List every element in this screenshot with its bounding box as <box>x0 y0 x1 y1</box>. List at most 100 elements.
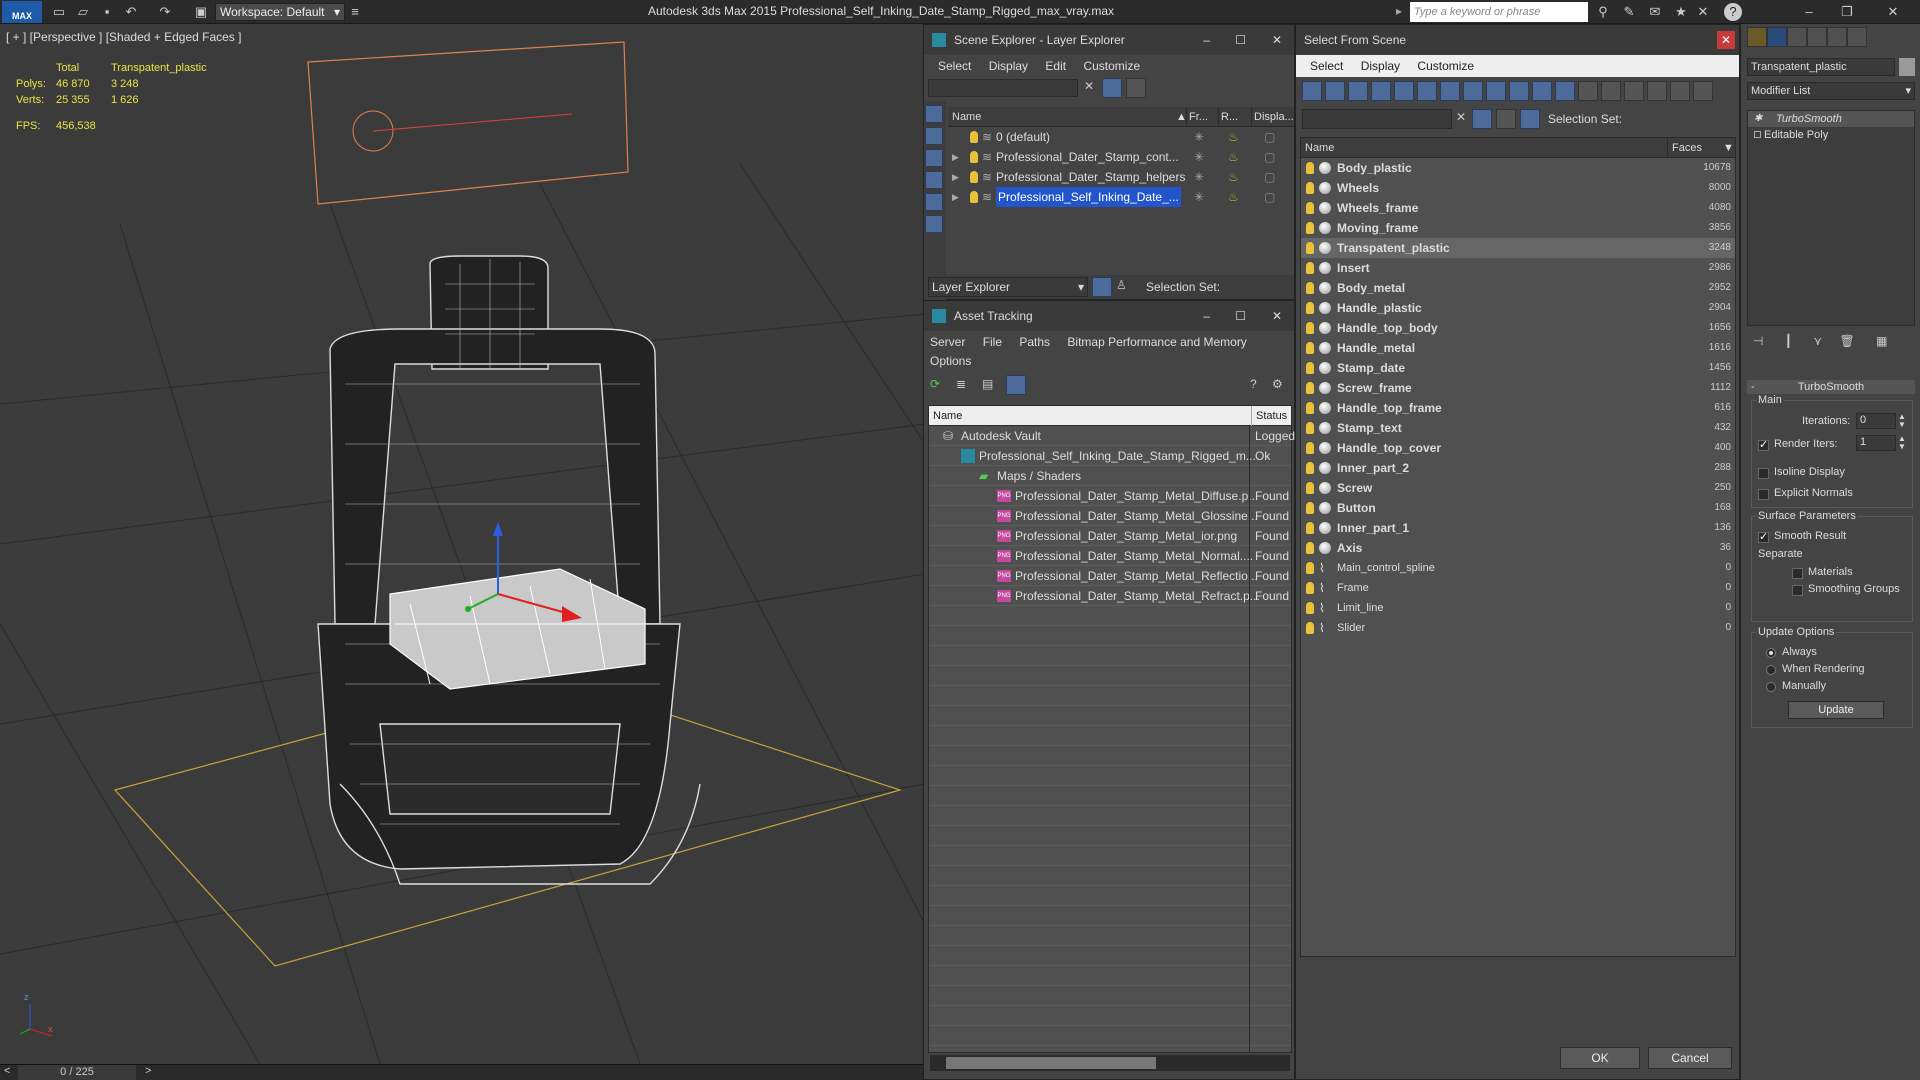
asset-row[interactable]: Professional_Self_Inking_Date_Stamp_Rigg… <box>929 446 1291 466</box>
scene-object-row[interactable]: Body_plastic 10678 <box>1301 158 1735 178</box>
lightbulb-icon[interactable] <box>1306 342 1314 354</box>
funnel-filter-icon[interactable] <box>1472 109 1492 129</box>
spinner-arrows-icon[interactable]: ▲ ▼ <box>1898 435 1906 451</box>
update-button[interactable]: Update <box>1788 701 1884 719</box>
iterations-spinner[interactable]: 0 <box>1856 413 1896 429</box>
column-name[interactable]: Name <box>933 406 962 426</box>
scene-object-row[interactable]: Screw 250 <box>1301 478 1735 498</box>
communication-icon[interactable]: ✉ <box>1646 3 1664 21</box>
modify-tab-icon[interactable] <box>1767 27 1787 47</box>
asset-row[interactable]: PNG Professional_Dater_Stamp_Metal_ior.pn… <box>929 526 1291 546</box>
lightbulb-icon[interactable] <box>1306 602 1314 614</box>
search-input[interactable]: Type a keyword or phrase <box>1410 2 1588 22</box>
open-file-icon[interactable]: ▱ <box>74 3 92 21</box>
lightbulb-icon[interactable] <box>1306 582 1314 594</box>
minimize-icon[interactable]: – <box>1800 3 1818 21</box>
scene-object-row[interactable]: ⌇ Limit_line 0 <box>1301 598 1735 618</box>
menu-display[interactable]: Display <box>1361 59 1400 73</box>
display-cameras-icon[interactable] <box>925 215 943 233</box>
maximize-icon[interactable]: ☐ <box>1235 25 1246 55</box>
when-rendering-radio[interactable] <box>1766 664 1776 676</box>
scene-object-row[interactable]: Wheels_frame 4080 <box>1301 198 1735 218</box>
expand-arrow-icon[interactable]: ▶ <box>952 147 959 167</box>
expand-box-icon[interactable] <box>1754 131 1761 138</box>
hierarchy-toggle-icon[interactable] <box>1520 109 1540 129</box>
explorer-type-dropdown[interactable]: Layer Explorer ▾ <box>928 277 1088 297</box>
layer-filter-icon[interactable] <box>1126 78 1146 98</box>
lightbulb-icon[interactable] <box>1306 362 1314 374</box>
lightbulb-icon[interactable] <box>1306 162 1314 174</box>
help-icon[interactable]: ? <box>1250 377 1257 391</box>
ok-button[interactable]: OK <box>1560 1047 1640 1069</box>
column-status[interactable]: Status <box>1251 406 1287 426</box>
render-teapot-icon[interactable]: ♨ <box>1228 127 1239 147</box>
project-folder-icon[interactable]: ▣ <box>192 3 210 21</box>
scene-object-row[interactable]: Insert 2986 <box>1301 258 1735 278</box>
help-icon[interactable]: ? <box>1724 3 1742 21</box>
table-view-icon[interactable]: ▤ <box>982 377 993 391</box>
menu-customize[interactable]: Customize <box>1417 59 1474 73</box>
column-name[interactable]: Name <box>952 107 981 127</box>
stack-item-turbosmooth[interactable]: ✱ TurboSmooth <box>1748 111 1914 127</box>
stack-item-editable-poly[interactable]: Editable Poly <box>1748 127 1914 143</box>
restore-icon[interactable]: ❐ <box>1838 3 1856 21</box>
scene-object-row[interactable]: ⌇ Slider 0 <box>1301 618 1735 638</box>
lightbulb-icon[interactable] <box>1306 282 1314 294</box>
layer-mode-icon[interactable] <box>1092 277 1112 297</box>
filter-lights-icon[interactable] <box>1348 81 1368 101</box>
close-icon[interactable]: ✕ <box>1272 301 1282 331</box>
lightbulb-icon[interactable] <box>1306 482 1314 494</box>
render-iters-checkbox[interactable] <box>1758 438 1769 451</box>
column-display[interactable]: Displa... <box>1251 107 1294 127</box>
freeze-icon[interactable]: ✳ <box>1194 127 1204 147</box>
lightbulb-icon[interactable] <box>970 191 978 203</box>
menu-select[interactable]: Select <box>1310 59 1343 73</box>
scene-object-row[interactable]: Handle_metal 1616 <box>1301 338 1735 358</box>
select-none-icon[interactable] <box>1624 81 1644 101</box>
freeze-icon[interactable]: ✳ <box>1194 147 1204 167</box>
layer-search-input[interactable] <box>928 79 1078 97</box>
lightbulb-icon[interactable] <box>1306 542 1314 554</box>
menu-select[interactable]: Select <box>938 59 971 73</box>
close-icon[interactable]: ✕ <box>1272 25 1282 55</box>
show-end-result-icon[interactable]: ┃ <box>1785 334 1792 348</box>
configure-sets-icon[interactable]: ▦ <box>1876 334 1887 348</box>
make-unique-icon[interactable]: ⋎ <box>1813 334 1822 348</box>
filter-all-icon[interactable] <box>1578 81 1598 101</box>
viewport-label[interactable]: [ + ] [Perspective ] [Shaded + Edged Fac… <box>6 30 241 44</box>
scene-object-row[interactable]: ⌇ Main_control_spline 0 <box>1301 558 1735 578</box>
lightbulb-icon[interactable] <box>1306 182 1314 194</box>
filter-hidden-icon[interactable] <box>1555 81 1575 101</box>
lightbulb-icon[interactable] <box>1306 442 1314 454</box>
freeze-icon[interactable]: ✳ <box>1194 187 1204 207</box>
menu-server[interactable]: Server <box>930 335 965 349</box>
maximize-icon[interactable]: ☐ <box>1235 301 1246 331</box>
lightbulb-icon[interactable] <box>1306 202 1314 214</box>
lightbulb-icon[interactable] <box>1306 402 1314 414</box>
display-shapes-icon[interactable] <box>925 171 943 189</box>
lightbulb-icon[interactable] <box>1306 502 1314 514</box>
list-view-icon[interactable]: ≣ <box>956 377 966 391</box>
hierarchy-tab-icon[interactable] <box>1787 27 1807 47</box>
time-slider[interactable]: < 0 / 225 > <box>0 1064 925 1080</box>
filter-funnel-icon[interactable] <box>1670 81 1690 101</box>
column-frozen[interactable]: Fr... <box>1186 107 1208 127</box>
remove-modifier-icon[interactable]: 🗑 <box>1840 334 1855 348</box>
filter-groups-icon[interactable] <box>1440 81 1460 101</box>
binoculars-icon[interactable]: ⚲ <box>1594 3 1612 21</box>
grid-view-icon[interactable] <box>1006 375 1026 395</box>
filter-cameras-icon[interactable] <box>1371 81 1391 101</box>
display-box-icon[interactable]: ▢ <box>1264 167 1275 187</box>
asset-row[interactable]: PNG Professional_Dater_Stamp_Metal_Diffus… <box>929 486 1291 506</box>
scene-object-row[interactable]: ⌇ Frame 0 <box>1301 578 1735 598</box>
layer-row[interactable]: ▶ ≋ Professional_Dater_Stamp_cont... ✳ ♨ ▢ <box>948 147 1294 167</box>
select-all-icon[interactable] <box>1601 81 1621 101</box>
pin-stack-icon[interactable]: ⊣ <box>1753 334 1763 348</box>
smooth-result-checkbox[interactable] <box>1758 530 1769 543</box>
favorites-icon[interactable]: ★ <box>1672 3 1690 21</box>
scene-object-row[interactable]: Handle_plastic 2904 <box>1301 298 1735 318</box>
expand-arrow-icon[interactable]: ▶ <box>952 187 959 207</box>
exchange-icon[interactable]: ✕ <box>1694 3 1712 21</box>
select-invert-icon[interactable] <box>1647 81 1667 101</box>
perspective-viewport[interactable]: z x [ + ] [Perspective ] [Shaded + Edged… <box>0 24 925 1064</box>
